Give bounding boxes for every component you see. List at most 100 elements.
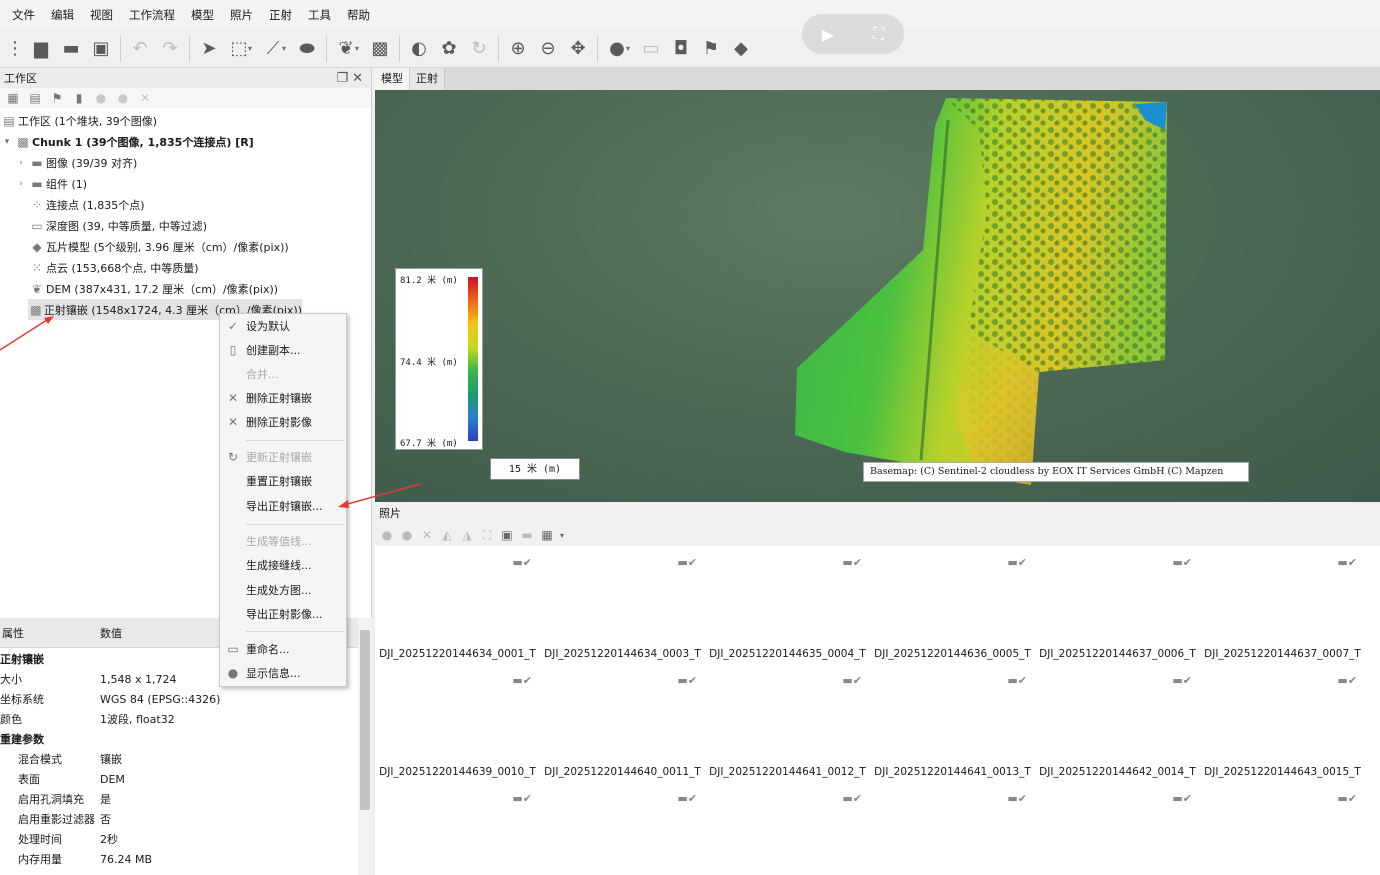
menu-item-show-info[interactable]: ● 显示信息...	[220, 661, 348, 685]
save-icon[interactable]: ▣	[86, 34, 116, 64]
photo-thumbnail[interactable]: ▬✔ DJI_20251220144634_0003_T	[540, 546, 705, 664]
camera-icon[interactable]: ◘	[666, 34, 696, 64]
chevron-down-icon[interactable]: ▾	[557, 531, 567, 540]
palette-icon[interactable]: ✿	[434, 34, 464, 64]
menu-help[interactable]: 帮助	[339, 0, 378, 30]
disable-icon[interactable]: ●	[397, 528, 417, 542]
tree-item-components[interactable]: › ▬ 组件 (1)	[14, 173, 87, 194]
remove-icon[interactable]: ✕	[417, 528, 437, 542]
contrast-icon[interactable]: ◐	[404, 34, 434, 64]
model-viewport[interactable]: 81.2 米 (m) 74.4 米 (m) 67.7 米 (m) 15 米 (m…	[375, 90, 1380, 502]
float-panel-icon[interactable]: ❐	[336, 71, 352, 86]
close-icon[interactable]: ✕	[352, 71, 367, 86]
add-photos-icon[interactable]: ▤	[24, 91, 46, 105]
dem-view-icon[interactable]: ▩	[365, 34, 395, 64]
fit-view-icon[interactable]: ✥	[563, 34, 593, 64]
photo-thumbnail[interactable]: ▬✔ DJI_20251220144643_0015_T	[1200, 664, 1365, 782]
menu-edit[interactable]: 编辑	[43, 0, 82, 30]
photo-thumbnail[interactable]: ▬✔ DJI_20251220144642_0014_T	[1035, 664, 1200, 782]
photo-thumbnail[interactable]: ▬✔	[705, 782, 870, 875]
add-shape-icon[interactable]: ▮	[68, 91, 90, 105]
menu-file[interactable]: 文件	[4, 0, 43, 30]
add-chunk-icon[interactable]: ▦	[2, 91, 24, 105]
refresh-icon[interactable]: ↻	[464, 34, 494, 64]
flag-icon[interactable]: ⚑	[696, 34, 726, 64]
chevron-right-icon[interactable]: ›	[14, 158, 28, 168]
tree-root-workspace[interactable]: ▤ 工作区 (1个堆块, 39个图像)	[0, 110, 157, 131]
menu-item-duplicate[interactable]: ▯ 创建副本...	[220, 338, 348, 362]
photo-thumbnail[interactable]: ▬✔	[375, 782, 540, 875]
menu-item-remove-orthophotos[interactable]: ✕ 删除正射影像	[220, 410, 348, 434]
tree-item-chunk[interactable]: ▾ ▩ Chunk 1 (39个图像, 1,835个连接点) [R]	[0, 131, 254, 152]
photo-thumbnail[interactable]: ▬✔	[1035, 782, 1200, 875]
menu-workflow[interactable]: 工作流程	[121, 0, 183, 30]
menu-item-export-ortho[interactable]: 导出正射镶嵌...	[220, 494, 348, 518]
enable-icon[interactable]: ●	[377, 528, 397, 542]
disable-icon[interactable]: ●	[112, 91, 134, 105]
photo-thumbnail[interactable]: ▬✔	[1200, 782, 1365, 875]
shape-icon[interactable]: ◆	[726, 34, 756, 64]
new-file-icon[interactable]: ▆	[26, 34, 56, 64]
photo-thumbnail[interactable]: ▬✔ DJI_20251220144637_0006_T	[1035, 546, 1200, 664]
remove-icon[interactable]: ✕	[134, 91, 156, 105]
tree-item-depth-maps[interactable]: ▭ 深度图 (39, 中等质量, 中等过滤)	[28, 215, 207, 236]
mask-icon[interactable]: ▣	[497, 528, 517, 542]
photo-thumbnail[interactable]: ▬✔ DJI_20251220144637_0007_T	[1200, 546, 1365, 664]
menu-item-reset-ortho[interactable]: 重置正射镶嵌	[220, 469, 348, 493]
photo-thumbnail[interactable]: ▬✔ DJI_20251220144640_0011_T	[540, 664, 705, 782]
tree-item-tie-points[interactable]: ⁘ 连接点 (1,835个点)	[28, 194, 145, 215]
play-icon[interactable]: ▶	[822, 25, 834, 44]
thumbnail-icon[interactable]: ▬	[517, 528, 537, 542]
photo-thumbnail[interactable]: ▬✔ DJI_20251220144641_0012_T	[705, 664, 870, 782]
zoom-out-icon[interactable]: ⊖	[533, 34, 563, 64]
tree-item-point-cloud[interactable]: ⁙ 点云 (153,668个点, 中等质量)	[28, 257, 199, 278]
chevron-down-icon[interactable]: ▾	[626, 44, 636, 53]
redo-icon[interactable]: ↷	[155, 34, 185, 64]
menu-ortho[interactable]: 正射	[261, 0, 300, 30]
menu-view[interactable]: 视图	[82, 0, 121, 30]
menu-item-generate-contours[interactable]: 生成等值线...	[220, 529, 348, 553]
chevron-down-icon[interactable]: ▾	[248, 44, 258, 53]
menu-item-generate-seamlines[interactable]: 生成接缝线...	[220, 553, 348, 577]
chevron-down-icon[interactable]: ▾	[355, 44, 365, 53]
menu-photo[interactable]: 照片	[222, 0, 261, 30]
menu-item-export-orthophotos[interactable]: 导出正射影像...	[220, 602, 348, 626]
menu-item-merge[interactable]: 合并...	[220, 362, 348, 386]
eraser-icon[interactable]: ⬬	[292, 34, 322, 64]
menu-item-remove-ortho[interactable]: ✕ 删除正射镶嵌	[220, 386, 348, 410]
photo-thumbnail[interactable]: ▬✔	[540, 782, 705, 875]
photo-thumbnail[interactable]: ▬✔	[870, 782, 1035, 875]
properties-scrollbar[interactable]	[358, 618, 372, 875]
tree-item-images[interactable]: › ▬ 图像 (39/39 对齐)	[14, 152, 137, 173]
menu-item-generate-prescription[interactable]: 生成处方图...	[220, 578, 348, 602]
column-header-attribute[interactable]: 属性	[0, 625, 100, 641]
photo-thumbnail[interactable]: ▬✔ DJI_20251220144635_0004_T	[705, 546, 870, 664]
tab-ortho[interactable]: 正射	[410, 68, 445, 90]
scrollbar-thumb[interactable]	[360, 630, 370, 810]
enable-icon[interactable]: ●	[90, 91, 112, 105]
column-header-value[interactable]: 数值	[100, 625, 122, 641]
image-icon[interactable]: ▭	[636, 34, 666, 64]
undo-icon[interactable]: ↶	[125, 34, 155, 64]
grid-view-icon[interactable]: ▦	[537, 528, 557, 542]
photo-thumbnail[interactable]: ▬✔ DJI_20251220144639_0010_T	[375, 664, 540, 782]
tree-item-tiled-model[interactable]: ◆ 瓦片模型 (5个级别, 3.96 厘米（cm）/像素(pix))	[28, 236, 288, 257]
open-folder-icon[interactable]: ▬	[56, 34, 86, 64]
navigation-pointer-icon[interactable]: ➤	[194, 34, 224, 64]
zoom-in-icon[interactable]: ⊕	[503, 34, 533, 64]
add-markers-icon[interactable]: ⚑	[46, 91, 68, 105]
tab-model[interactable]: 模型	[375, 68, 410, 90]
rotate-right-icon[interactable]: ◮	[457, 528, 477, 542]
chevron-down-icon[interactable]: ▾	[0, 137, 14, 147]
rotate-left-icon[interactable]: ◭	[437, 528, 457, 542]
menu-item-update-ortho[interactable]: ↻ 更新正射镶嵌	[220, 445, 348, 469]
photo-thumbnail[interactable]: ▬✔ DJI_20251220144634_0001_T	[375, 546, 540, 664]
chevron-right-icon[interactable]: ›	[14, 179, 28, 189]
chevron-down-icon[interactable]: ▾	[282, 44, 292, 53]
menu-item-rename[interactable]: ▭ 重命名...	[220, 637, 348, 661]
menu-model[interactable]: 模型	[183, 0, 222, 30]
menu-tools[interactable]: 工具	[300, 0, 339, 30]
tree-item-dem[interactable]: ❦ DEM (387x431, 17.2 厘米（cm）/像素(pix))	[28, 278, 278, 299]
photo-thumbnail[interactable]: ▬✔ DJI_20251220144641_0013_T	[870, 664, 1035, 782]
menu-item-set-default[interactable]: ✓ 设为默认	[220, 314, 348, 338]
